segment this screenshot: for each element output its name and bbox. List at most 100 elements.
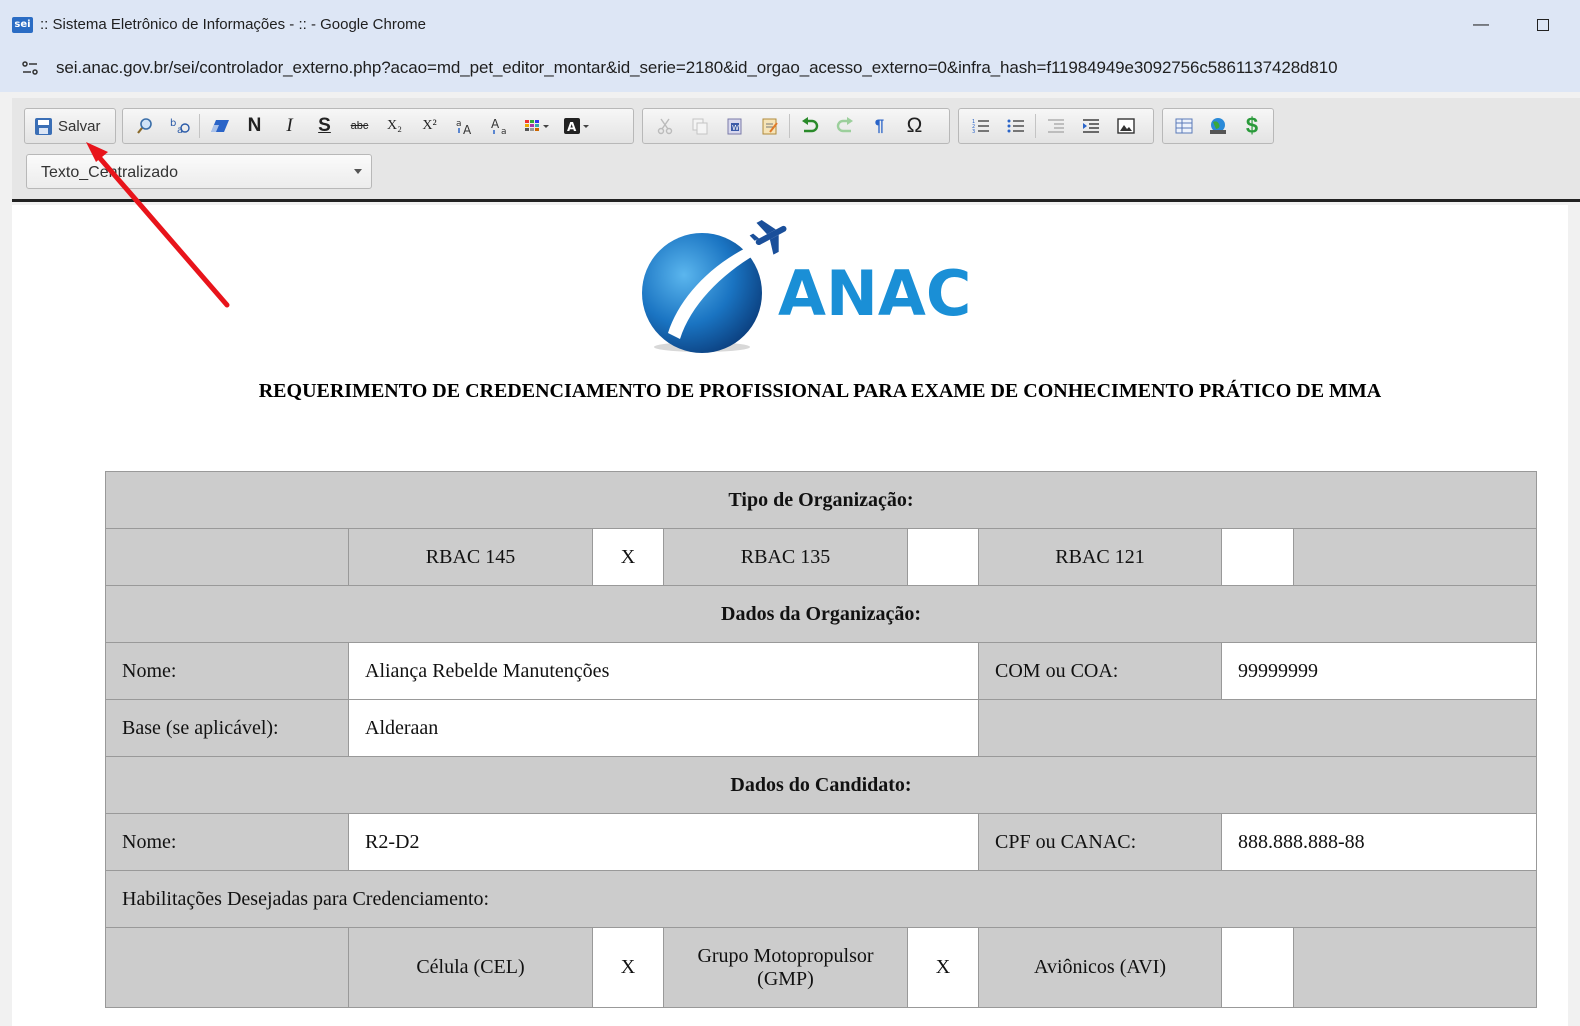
- superscript-button[interactable]: X²: [412, 111, 447, 141]
- currency-button[interactable]: $: [1235, 111, 1269, 141]
- avi-label: Aviônicos (AVI): [978, 927, 1222, 1008]
- com-coa-value[interactable]: 99999999: [1221, 642, 1537, 700]
- window-title: :: Sistema Eletrônico de Informações - :…: [40, 16, 426, 33]
- uppercase-icon: aA: [456, 119, 472, 135]
- candidate-name-value[interactable]: R2-D2: [348, 813, 979, 871]
- image-button[interactable]: [1108, 111, 1143, 141]
- paste-word-icon: W: [727, 118, 741, 135]
- paragraph-group: 123: [958, 108, 1154, 144]
- copy-button[interactable]: [682, 111, 717, 141]
- candidate-name-label: Nome:: [105, 813, 349, 871]
- minimize-button[interactable]: —: [1466, 10, 1496, 40]
- redo-button[interactable]: [827, 111, 862, 141]
- browser-titlebar: sei :: Sistema Eletrônico de Informações…: [0, 0, 1580, 46]
- undo-icon: [801, 117, 818, 133]
- outdent-button[interactable]: [1038, 111, 1073, 141]
- rbac145-mark[interactable]: X: [592, 528, 664, 586]
- undo-button[interactable]: [792, 111, 827, 141]
- empty-cell: [105, 927, 349, 1008]
- italic-button[interactable]: I: [272, 111, 307, 141]
- special-char-button[interactable]: Ω: [897, 111, 932, 141]
- document-area[interactable]: ANAC REQUERIMENTO DE CREDENCIAMENTO DE P…: [12, 205, 1568, 1026]
- empty-cell: [978, 699, 1537, 757]
- anac-logo: ANAC: [640, 215, 1020, 360]
- cpf-value[interactable]: 888.888.888-88: [1221, 813, 1537, 871]
- maximize-button[interactable]: [1528, 10, 1558, 40]
- com-coa-label: COM ou COA:: [978, 642, 1222, 700]
- paste-word-button[interactable]: W: [717, 111, 752, 141]
- outdent-icon: [1047, 119, 1064, 133]
- strikethrough-button[interactable]: abc: [342, 111, 377, 141]
- cpf-label: CPF ou CANAC:: [978, 813, 1222, 871]
- bold-button[interactable]: N: [237, 111, 272, 141]
- paragraph-style-value: Texto_Centralizado: [41, 164, 178, 181]
- ordered-list-icon: 123: [972, 119, 989, 134]
- color-grid-icon: [525, 120, 549, 131]
- cut-button[interactable]: [647, 111, 682, 141]
- org-type-header: Tipo de Organização:: [105, 471, 1537, 529]
- indent-icon: [1082, 119, 1099, 133]
- cel-mark[interactable]: X: [592, 927, 664, 1008]
- svg-text:W: W: [732, 124, 739, 132]
- lowercase-button[interactable]: Aa: [482, 111, 517, 141]
- ordered-list-button[interactable]: 123: [963, 111, 998, 141]
- editor-toolbar: Salvar ba N I S abc X₂ X² aA Aa A W ¶ Ω …: [12, 98, 1580, 202]
- candidate-header: Dados do Candidato:: [105, 756, 1537, 814]
- subscript-button[interactable]: X₂: [377, 111, 412, 141]
- gmp-label: Grupo Motopropulsor (GMP): [663, 927, 908, 1008]
- paragraph-style-select[interactable]: Texto_Centralizado: [26, 154, 372, 189]
- document-heading: REQUERIMENTO DE CREDENCIAMENTO DE PROFIS…: [258, 380, 1382, 402]
- copy-icon: [692, 118, 707, 135]
- table-button[interactable]: [1167, 111, 1201, 141]
- save-label: Salvar: [58, 117, 101, 135]
- rbac145-label: RBAC 145: [348, 528, 593, 586]
- remove-format-button[interactable]: [202, 111, 237, 141]
- org-name-value[interactable]: Aliança Rebelde Manutenções: [348, 642, 979, 700]
- text-color-button[interactable]: [517, 111, 557, 141]
- save-button[interactable]: Salvar: [29, 111, 107, 141]
- org-name-label: Nome:: [105, 642, 349, 700]
- background-color-icon: A: [564, 118, 589, 134]
- underline-button[interactable]: S: [307, 111, 342, 141]
- svg-text:a: a: [456, 119, 462, 129]
- bullet-list-icon: [1007, 119, 1024, 133]
- sei-favicon-icon: sei: [12, 17, 33, 33]
- svg-text:3: 3: [972, 129, 975, 134]
- clipboard-group: W ¶ Ω: [642, 108, 950, 144]
- gmp-mark[interactable]: X: [907, 927, 979, 1008]
- svg-text:A: A: [567, 120, 577, 134]
- rbac135-mark[interactable]: [907, 528, 979, 586]
- redo-icon: [836, 117, 853, 133]
- lowercase-icon: Aa: [491, 117, 507, 135]
- paste-text-icon: [762, 118, 778, 135]
- site-info-icon[interactable]: [20, 58, 40, 78]
- show-blocks-button[interactable]: ¶: [862, 111, 897, 141]
- base-value[interactable]: Alderaan: [348, 699, 979, 757]
- format-group: ba N I S abc X₂ X² aA Aa A: [122, 108, 634, 144]
- qualifications-label: Habilitações Desejadas para Credenciamen…: [105, 870, 1537, 928]
- save-icon: [35, 117, 52, 135]
- url-field[interactable]: sei.anac.gov.br/sei/controlador_externo.…: [56, 58, 1338, 78]
- bullet-list-button[interactable]: [998, 111, 1033, 141]
- request-form-table: Tipo de Organização: RBAC 145 X RBAC 135…: [105, 471, 1537, 1008]
- find-icon: [136, 118, 152, 134]
- link-button[interactable]: [1201, 111, 1235, 141]
- empty-cell: [1293, 927, 1537, 1008]
- rbac121-mark[interactable]: [1221, 528, 1294, 586]
- empty-cell: [1293, 528, 1537, 586]
- find-button[interactable]: [127, 111, 162, 141]
- insert-group: $: [1162, 108, 1274, 144]
- avi-mark[interactable]: [1221, 927, 1294, 1008]
- maximize-icon: [1537, 19, 1549, 31]
- replace-icon: ba: [170, 118, 190, 135]
- replace-button[interactable]: ba: [162, 111, 197, 141]
- rbac121-label: RBAC 121: [978, 528, 1222, 586]
- background-color-button[interactable]: A: [557, 111, 597, 141]
- indent-button[interactable]: [1073, 111, 1108, 141]
- uppercase-button[interactable]: aA: [447, 111, 482, 141]
- empty-cell: [105, 528, 349, 586]
- paste-text-button[interactable]: [752, 111, 787, 141]
- logo-text: ANAC: [778, 257, 971, 330]
- svg-text:a: a: [501, 127, 507, 135]
- cel-label: Célula (CEL): [348, 927, 593, 1008]
